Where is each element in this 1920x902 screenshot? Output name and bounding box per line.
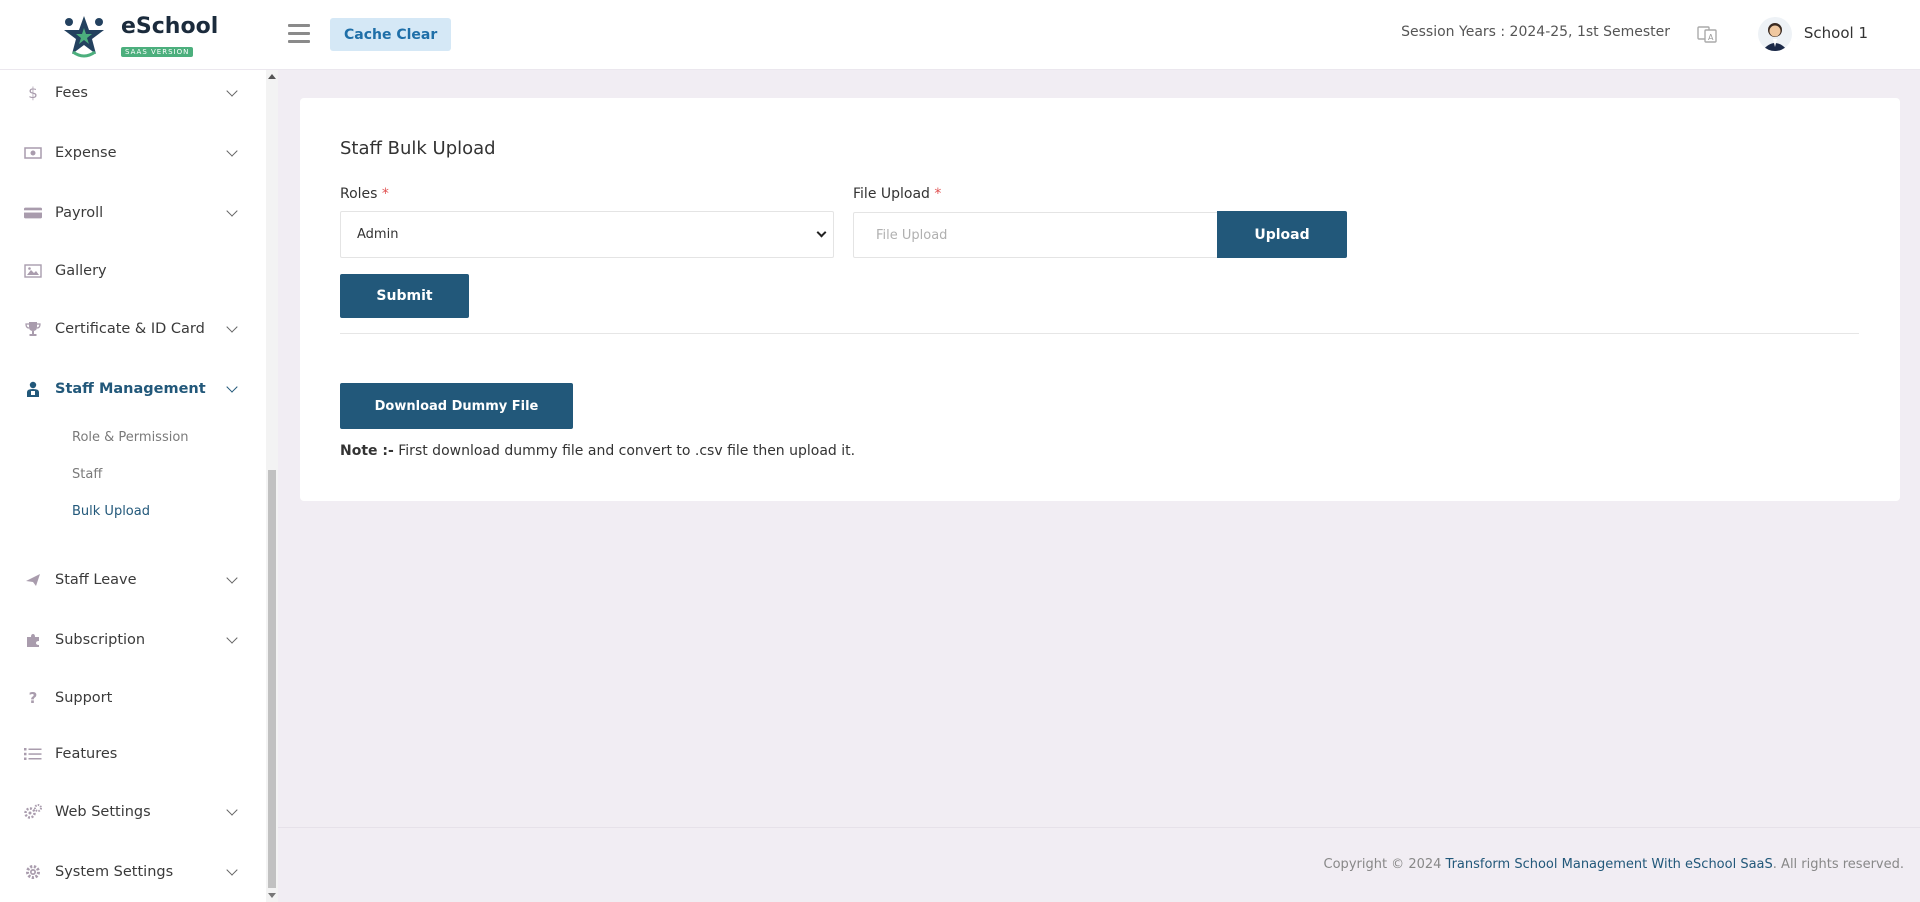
credit-card-icon [24, 204, 42, 222]
avatar[interactable] [1758, 17, 1792, 51]
note-prefix: Note :- [340, 443, 394, 459]
chevron-down-icon [226, 381, 238, 393]
scrollbar-thumb[interactable] [268, 470, 276, 888]
sidebar-item-features[interactable]: Features [0, 734, 266, 774]
sidebar-item-expense[interactable]: Expense [0, 133, 266, 173]
download-dummy-file-button[interactable]: Download Dummy File [340, 383, 573, 429]
sidebar-item-staff-management[interactable]: Staff Management [0, 369, 266, 409]
sidebar-subitem-bulk-upload[interactable]: Bulk Upload [72, 504, 150, 519]
roles-label: Roles * [340, 186, 389, 202]
sidebar-subitem-role-permission[interactable]: Role & Permission [72, 430, 189, 445]
bulk-upload-card: Staff Bulk Upload Roles * Admin File Upl… [300, 98, 1900, 501]
file-upload-input[interactable] [853, 212, 1218, 258]
sidebar-item-label: System Settings [55, 864, 174, 880]
sidebar-item-payroll[interactable]: Payroll [0, 193, 266, 233]
page-title: Staff Bulk Upload [340, 138, 496, 159]
chevron-down-icon [226, 321, 238, 333]
puzzle-icon [24, 631, 42, 649]
chevron-down-icon [226, 864, 238, 876]
logo-mark-icon [55, 14, 113, 58]
sidebar-item-label: Certificate & ID Card [55, 321, 205, 337]
sidebar-item-label: Features [55, 746, 118, 762]
sidebar-item-certificate-id-card[interactable]: Certificate & ID Card [0, 309, 266, 349]
upload-button[interactable]: Upload [1217, 211, 1347, 258]
roles-select[interactable]: Admin [340, 211, 834, 258]
file-upload-label: File Upload * [853, 186, 942, 202]
menu-toggle-icon[interactable] [288, 24, 310, 44]
plane-icon [24, 571, 42, 589]
sidebar-item-label: Expense [55, 145, 117, 161]
note-body: First download dummy file and convert to… [393, 443, 856, 459]
dollar-icon: $ [28, 84, 38, 102]
sidebar-item-fees[interactable]: $ Fees [0, 73, 266, 113]
sidebar-item-label: Fees [55, 85, 88, 101]
sidebar: $ Fees Expense Payroll Gallery Certifica… [0, 70, 266, 902]
logo-title: eSchool [121, 13, 219, 39]
scroll-down-icon[interactable] [268, 893, 276, 898]
sidebar-scrollbar[interactable] [266, 70, 278, 902]
sidebar-item-label: Subscription [55, 632, 146, 648]
list-icon [24, 745, 42, 763]
footer-copyright: Copyright © 2024 Transform School Manage… [1323, 857, 1904, 872]
svg-text:A: A [1708, 33, 1714, 42]
sidebar-item-staff-leave[interactable]: Staff Leave [0, 560, 266, 600]
roles-selected-value: Admin [357, 227, 399, 242]
cogs-icon [24, 803, 42, 821]
sidebar-item-label: Web Settings [55, 804, 151, 820]
sidebar-item-gallery[interactable]: Gallery [0, 251, 266, 291]
sidebar-item-label: Support [55, 690, 113, 706]
user-name[interactable]: School 1 [1804, 24, 1868, 42]
chevron-down-icon [226, 85, 238, 97]
chevron-down-icon [226, 804, 238, 816]
trophy-icon [24, 320, 42, 338]
sidebar-item-label: Staff Management [55, 381, 206, 397]
divider [340, 333, 1859, 334]
sidebar-item-label: Payroll [55, 205, 104, 221]
cache-clear-button[interactable]: Cache Clear [330, 18, 452, 51]
chevron-down-icon [226, 205, 238, 217]
sidebar-item-label: Gallery [55, 263, 107, 279]
scroll-up-icon[interactable] [268, 74, 276, 79]
footer-link[interactable]: Transform School Management With eSchool… [1446, 857, 1773, 872]
sidebar-item-subscription[interactable]: Subscription [0, 620, 266, 660]
chevron-down-icon [816, 227, 827, 238]
staff-icon [24, 380, 42, 398]
note-text: Note :- First download dummy file and co… [340, 443, 855, 459]
logo-badge: SAAS VERSION [121, 46, 194, 57]
chevron-down-icon [226, 145, 238, 157]
image-icon [24, 262, 42, 280]
sidebar-item-support[interactable]: ? Support [0, 678, 266, 718]
sidebar-item-label: Staff Leave [55, 572, 137, 588]
footer-divider [278, 827, 1920, 828]
submit-button[interactable]: Submit [340, 274, 469, 318]
logo[interactable]: eSchool SAAS VERSION [55, 14, 218, 58]
language-icon[interactable]: A [1696, 23, 1718, 45]
money-icon [24, 144, 42, 162]
top-header: eSchool SAAS VERSION Cache Clear Session… [0, 0, 1920, 70]
chevron-down-icon [226, 572, 238, 584]
sidebar-item-web-settings[interactable]: Web Settings [0, 792, 266, 832]
gear-icon [24, 863, 42, 881]
session-years-text: Session Years : 2024-25, 1st Semester [1401, 24, 1670, 40]
sidebar-item-system-settings[interactable]: System Settings [0, 852, 266, 892]
chevron-down-icon [226, 632, 238, 644]
question-icon: ? [28, 689, 38, 707]
sidebar-subitem-staff[interactable]: Staff [72, 467, 102, 482]
